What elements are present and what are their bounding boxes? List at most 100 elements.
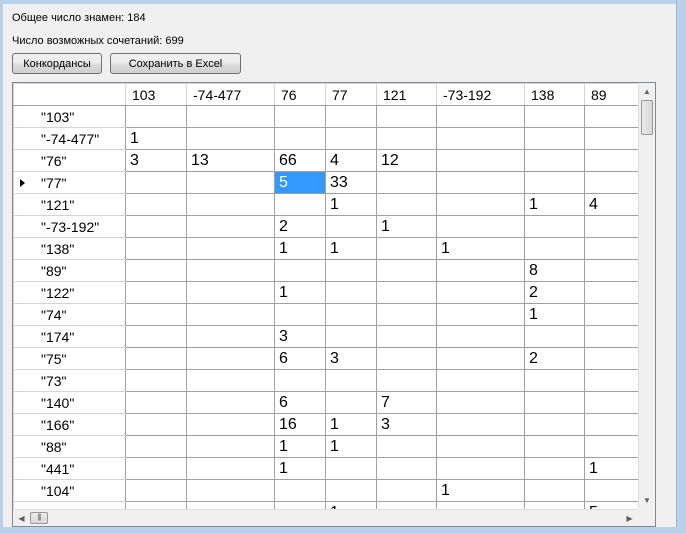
grid-cell[interactable] [325,303,377,326]
row-header[interactable]: "441" [13,457,126,480]
row-header[interactable]: "-73-192" [13,215,126,238]
grid-cell[interactable] [524,413,585,436]
grid-cell[interactable]: 1 [325,435,377,458]
arrow-down-icon[interactable]: ▼ [639,492,655,509]
grid-cell[interactable] [125,325,187,348]
table-row[interactable]: "89" 8 [13,259,652,282]
grid-cell[interactable] [186,435,275,458]
grid-cell[interactable] [186,281,275,304]
grid-cell[interactable] [524,127,585,150]
grid-cell[interactable] [125,303,187,326]
grid-cell[interactable] [436,325,525,348]
grid-cell[interactable] [125,457,187,480]
grid-cell[interactable] [325,127,377,150]
grid-cell[interactable] [186,303,275,326]
grid-cell[interactable] [125,193,187,216]
grid-cell[interactable] [376,237,437,260]
grid-cell[interactable] [325,457,377,480]
grid-cell[interactable] [584,391,645,414]
grid-cell[interactable]: 1 [325,413,377,436]
row-header[interactable]: "74" [13,303,126,326]
grid-cell[interactable] [274,105,326,128]
grid-cell[interactable]: 5 [274,171,326,194]
grid-cell[interactable] [584,171,645,194]
arrow-left-icon[interactable]: ◀ [13,510,30,526]
table-row[interactable]: "103" [13,105,652,128]
grid-cell[interactable] [186,479,275,502]
grid-cell[interactable]: 3 [376,413,437,436]
row-header[interactable]: "77" [13,171,126,194]
column-header[interactable]: 77 [325,83,377,106]
grid-cell[interactable] [274,127,326,150]
grid-cell[interactable] [584,347,645,370]
grid-cell[interactable] [376,281,437,304]
grid-cell[interactable] [524,325,585,348]
grid-cell[interactable] [376,127,437,150]
grid-cell[interactable]: 3 [125,149,187,172]
grid-cell[interactable]: 2 [524,281,585,304]
column-header[interactable]: 121 [376,83,437,106]
row-header[interactable]: "73" [13,369,126,392]
grid-cell[interactable]: 1 [125,127,187,150]
grid-cell[interactable] [524,237,585,260]
grid-cell[interactable] [325,259,377,282]
grid-cell[interactable]: 1 [436,479,525,502]
row-header[interactable]: "104" [13,479,126,502]
table-row[interactable]: "122" 1 2 [13,281,652,304]
grid-cell[interactable] [584,413,645,436]
grid-cell[interactable] [436,215,525,238]
grid-cell[interactable] [274,369,326,392]
row-header[interactable]: "88" [13,435,126,458]
grid-cell[interactable] [274,259,326,282]
grid-cell[interactable] [125,391,187,414]
grid-cell[interactable] [325,215,377,238]
grid-cell[interactable]: 2 [524,347,585,370]
grid-cell[interactable]: 12 [376,149,437,172]
grid-cell[interactable]: 3 [274,325,326,348]
row-header[interactable]: "103" [13,105,126,128]
arrow-right-icon[interactable]: ▶ [621,510,638,526]
grid-cell[interactable] [186,369,275,392]
grid-cell[interactable] [436,171,525,194]
grid-cell[interactable] [524,215,585,238]
grid-cell[interactable]: 7 [376,391,437,414]
grid-cell[interactable] [125,435,187,458]
grid-cell[interactable] [524,105,585,128]
grid-cell[interactable] [436,435,525,458]
row-header[interactable]: "-74-477" [13,127,126,150]
grid-cell[interactable] [376,105,437,128]
grid-cell[interactable] [186,105,275,128]
grid-cell[interactable] [376,457,437,480]
grid-cell[interactable]: 33 [325,171,377,194]
grid-cell[interactable] [186,215,275,238]
grid-cell[interactable] [436,281,525,304]
row-header[interactable]: "166" [13,413,126,436]
grid-cell[interactable] [436,457,525,480]
grid-cell[interactable] [376,259,437,282]
row-header[interactable]: "122" [13,281,126,304]
grid-cell[interactable] [125,105,187,128]
table-row[interactable]: "441" 1 1 [13,457,652,480]
grid-cell[interactable] [376,347,437,370]
grid-cell[interactable] [584,303,645,326]
grid-cell[interactable] [325,325,377,348]
column-header[interactable]: 103 [125,83,187,106]
grid-cell[interactable]: 1 [274,435,326,458]
grid-cell[interactable] [584,281,645,304]
column-header[interactable]: -74-477 [186,83,275,106]
grid-cell[interactable] [376,369,437,392]
grid-cell[interactable] [436,127,525,150]
grid-cell[interactable] [376,193,437,216]
table-row[interactable]: "75" 6 3 2 [13,347,652,370]
row-header[interactable]: "140" [13,391,126,414]
grid-cell[interactable] [584,237,645,260]
grid-cell[interactable] [325,479,377,502]
grid-cell[interactable] [125,369,187,392]
grid-cell[interactable] [125,479,187,502]
row-header[interactable]: "75" [13,347,126,370]
grid-cell[interactable] [186,347,275,370]
grid-cell[interactable] [376,171,437,194]
grid-cell[interactable] [584,479,645,502]
grid-cell[interactable] [436,413,525,436]
grid-cell[interactable] [524,149,585,172]
